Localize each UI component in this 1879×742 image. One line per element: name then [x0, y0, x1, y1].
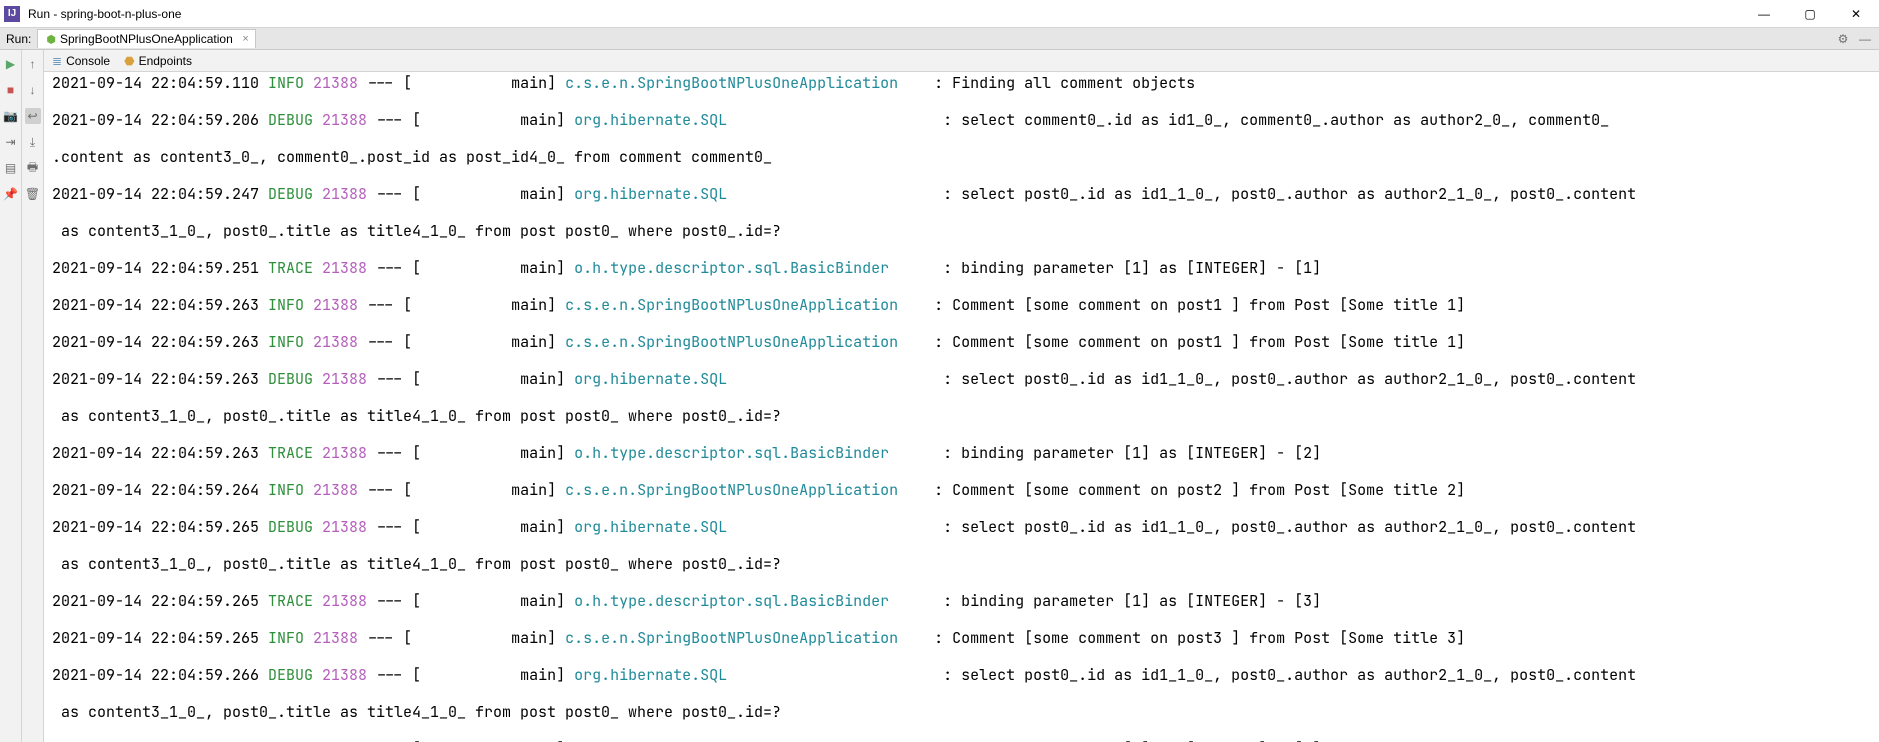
- tab-endpoints[interactable]: ⬣ Endpoints: [124, 54, 192, 68]
- run-config-tab[interactable]: ⬢ SpringBootNPlusOneApplication ×: [37, 29, 255, 48]
- exit-icon[interactable]: ⇥: [3, 134, 19, 150]
- console-subtabs: ≣ Console ⬣ Endpoints: [44, 50, 1879, 72]
- log-line: as content3_1_0_, post0_.title as title4…: [52, 703, 1871, 722]
- log-line: 2021-09-14 22:04:59.247 DEBUG 21388 --- …: [52, 185, 1871, 204]
- minimize-button[interactable]: —: [1741, 0, 1787, 28]
- window-title: Run - spring-boot-n-plus-one: [28, 7, 181, 21]
- log-line: 2021-09-14 22:04:59.263 TRACE 21388 --- …: [52, 444, 1871, 463]
- maximize-button[interactable]: ▢: [1787, 0, 1833, 28]
- pin-icon[interactable]: 📌: [3, 186, 19, 202]
- run-toolwindow-header: Run: ⬢ SpringBootNPlusOneApplication × ⚙…: [0, 28, 1879, 50]
- log-line: 2021-09-14 22:04:59.265 DEBUG 21388 --- …: [52, 518, 1871, 537]
- close-button[interactable]: ✕: [1833, 0, 1879, 28]
- close-icon[interactable]: ×: [242, 33, 248, 45]
- log-line: as content3_1_0_, post0_.title as title4…: [52, 222, 1871, 241]
- print-icon[interactable]: 🖶: [25, 160, 41, 176]
- scroll-to-end-icon[interactable]: ⤓: [25, 134, 41, 150]
- log-line: 2021-09-14 22:04:59.263 INFO 21388 --- […: [52, 296, 1871, 315]
- arrow-up-icon[interactable]: ↑: [25, 56, 41, 72]
- rerun-icon[interactable]: ▶: [3, 56, 19, 72]
- window-controls: — ▢ ✕: [1741, 0, 1879, 28]
- tab-endpoints-label: Endpoints: [139, 54, 192, 68]
- spring-boot-icon: ⬢: [46, 33, 56, 46]
- tab-console[interactable]: ≣ Console: [52, 54, 110, 68]
- log-line: 2021-09-14 22:04:59.265 TRACE 21388 --- …: [52, 592, 1871, 611]
- gear-icon[interactable]: ⚙: [1835, 31, 1851, 47]
- endpoints-tab-icon: ⬣: [124, 54, 134, 68]
- log-line: 2021-09-14 22:04:59.266 DEBUG 21388 --- …: [52, 666, 1871, 685]
- run-config-tab-label: SpringBootNPlusOneApplication: [60, 32, 233, 46]
- log-line: as content3_1_0_, post0_.title as title4…: [52, 555, 1871, 574]
- console-actions-gutter: ↑ ↓ ↩ ⤓ 🖶 🗑: [22, 50, 44, 742]
- log-line: 2021-09-14 22:04:59.264 INFO 21388 --- […: [52, 481, 1871, 500]
- hide-toolwindow-icon[interactable]: —: [1857, 31, 1873, 47]
- log-line: 2021-09-14 22:04:59.265 INFO 21388 --- […: [52, 629, 1871, 648]
- log-line: 2021-09-14 22:04:59.110 INFO 21388 --- […: [52, 74, 1871, 93]
- console-tab-icon: ≣: [52, 54, 62, 68]
- intellij-icon: IJ: [4, 6, 20, 22]
- tab-console-label: Console: [66, 54, 110, 68]
- log-line: 2021-09-14 22:04:59.263 DEBUG 21388 --- …: [52, 370, 1871, 389]
- window-titlebar: IJ Run - spring-boot-n-plus-one — ▢ ✕: [0, 0, 1879, 28]
- arrow-down-icon[interactable]: ↓: [25, 82, 41, 98]
- stop-icon[interactable]: ■: [3, 82, 19, 98]
- log-line: .content as content3_0_, comment0_.post_…: [52, 148, 1871, 167]
- console-output[interactable]: 2021-09-14 22:04:59.110 INFO 21388 --- […: [44, 72, 1879, 742]
- log-line: as content3_1_0_, post0_.title as title4…: [52, 407, 1871, 426]
- soft-wrap-icon[interactable]: ↩: [25, 108, 41, 124]
- log-line: 2021-09-14 22:04:59.206 DEBUG 21388 --- …: [52, 111, 1871, 130]
- camera-icon[interactable]: 📷: [3, 108, 19, 124]
- log-line: 2021-09-14 22:04:59.251 TRACE 21388 --- …: [52, 259, 1871, 278]
- run-actions-gutter: ▶ ■ 📷 ⇥ ▤ 📌: [0, 50, 22, 742]
- layout-icon[interactable]: ▤: [3, 160, 19, 176]
- toolwindow-label: Run:: [6, 32, 31, 46]
- log-line: 2021-09-14 22:04:59.263 INFO 21388 --- […: [52, 333, 1871, 352]
- clear-icon[interactable]: 🗑: [25, 186, 41, 202]
